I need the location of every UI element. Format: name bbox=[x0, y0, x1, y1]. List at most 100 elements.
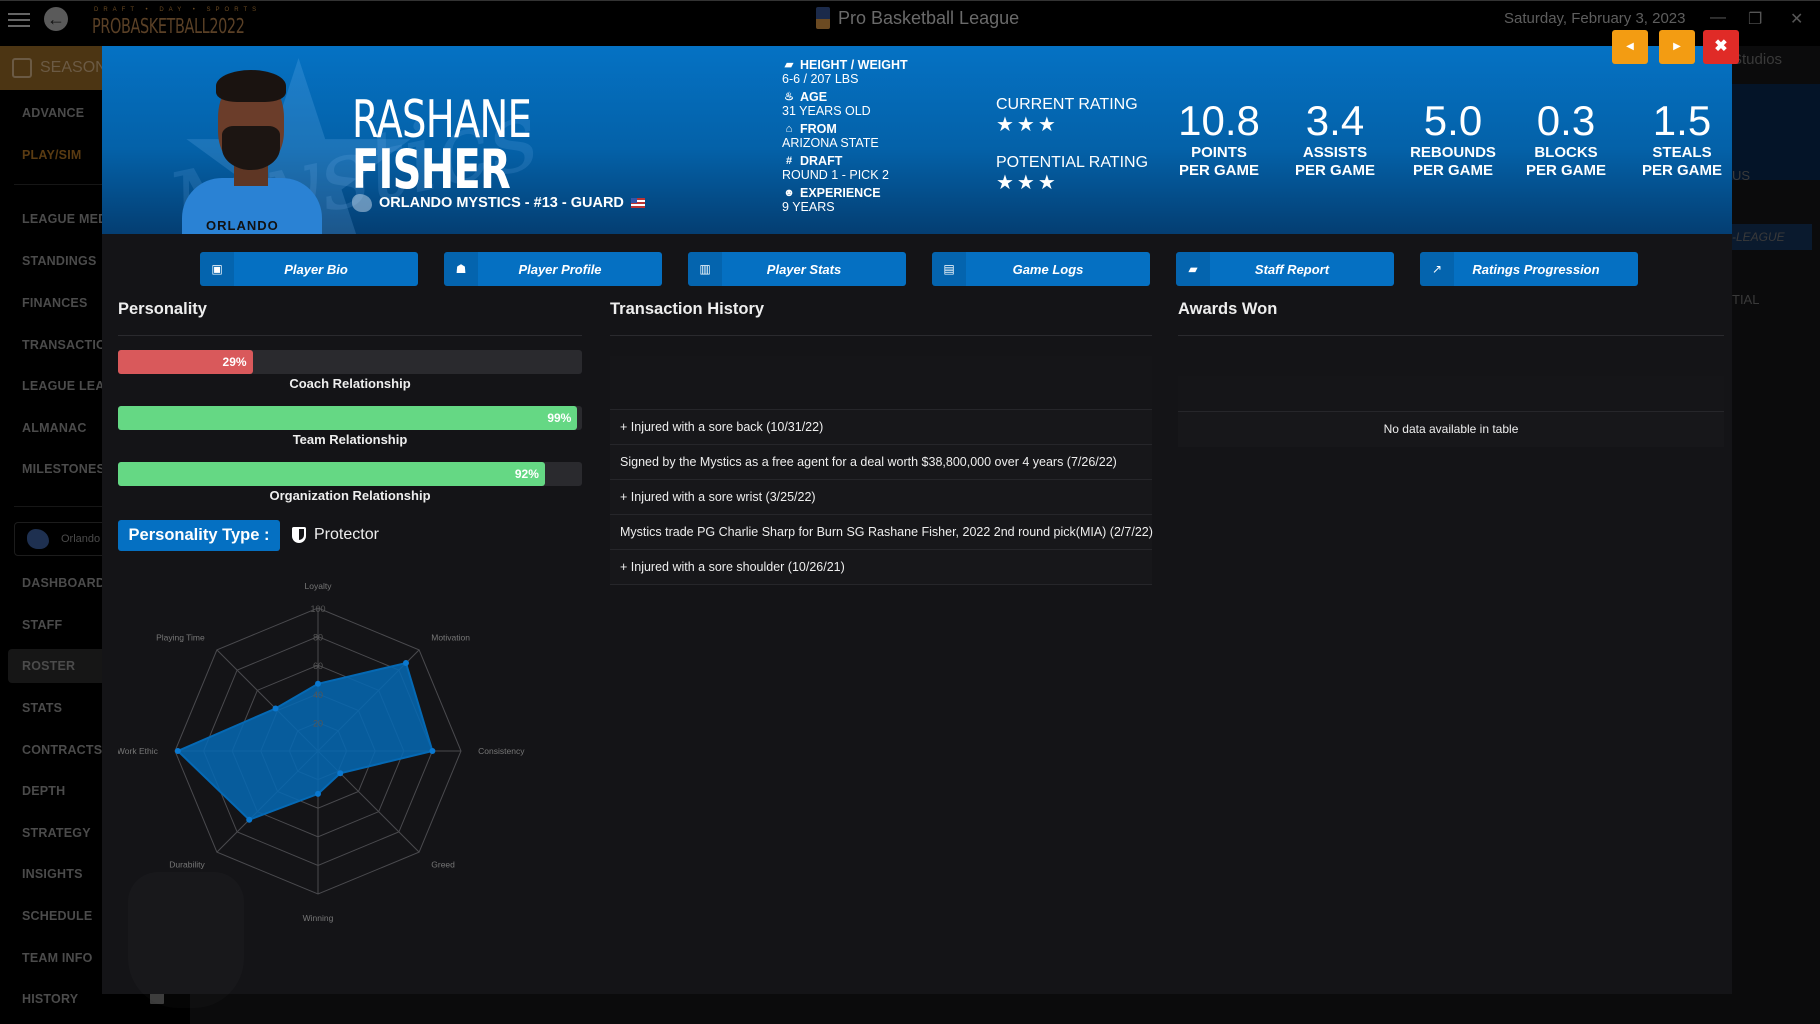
bio-label: DRAFT bbox=[800, 154, 843, 168]
radar-data-point bbox=[402, 660, 409, 667]
previous-player-button[interactable]: ◀ bbox=[1612, 30, 1648, 64]
tab-player-profile[interactable]: ☗ Player Profile bbox=[444, 252, 662, 286]
bar-fill: 92% bbox=[118, 462, 545, 486]
hamburger-menu-icon[interactable] bbox=[8, 9, 30, 29]
bio-value: ROUND 1 - PICK 2 bbox=[782, 168, 889, 182]
tab-staff-report[interactable]: ▰ Staff Report bbox=[1176, 252, 1394, 286]
close-modal-button[interactable]: ✖ bbox=[1703, 30, 1739, 64]
team-logo-icon bbox=[352, 194, 372, 212]
sidebar-item-stats[interactable]: STATS bbox=[22, 701, 62, 715]
bio-label: HEIGHT / WEIGHT bbox=[800, 58, 908, 72]
table-row: + Injured with a sore wrist (3/25/22) bbox=[610, 480, 1152, 515]
stat-label: BLOCKS bbox=[1534, 144, 1598, 161]
stat-label-sub: PER GAME bbox=[1525, 162, 1606, 179]
transaction-table: + Injured with a sore back (10/31/22) Si… bbox=[610, 356, 1153, 585]
radar-data-area bbox=[176, 661, 434, 821]
bio-value: 6-6 / 207 LBS bbox=[782, 72, 859, 86]
stat-value: 10.8 bbox=[1178, 97, 1260, 144]
radar-data-point bbox=[315, 680, 321, 687]
awards-title: Awards Won bbox=[1178, 300, 1278, 318]
sidebar-item-milestones[interactable]: MILESTONES bbox=[22, 462, 105, 476]
app-title: Pro Basketball League bbox=[816, 7, 1019, 29]
team-relationship-label: Team Relationship bbox=[292, 432, 408, 447]
sidebar-item-insights[interactable]: INSIGHTS bbox=[22, 867, 83, 881]
table-row: + Injured with a sore shoulder (10/26/21… bbox=[610, 550, 1152, 585]
table-header bbox=[1178, 376, 1724, 412]
school-icon: ⌂ bbox=[785, 122, 793, 135]
background-us-text: US bbox=[1732, 168, 1751, 183]
radar-data-point bbox=[337, 770, 344, 777]
stat-label-sub: PER GAME bbox=[1178, 162, 1259, 179]
radar-category-label: Durability bbox=[169, 859, 205, 869]
bar-chart-icon: ▥ bbox=[688, 252, 722, 286]
back-arrow-icon[interactable]: ← bbox=[44, 7, 68, 31]
ruler-icon: ▰ bbox=[784, 58, 794, 71]
sidebar-item-strategy[interactable]: STRATEGY bbox=[22, 826, 91, 840]
cake-icon: ♨ bbox=[784, 90, 794, 103]
bio-value: ARIZONA STATE bbox=[782, 136, 879, 150]
sidebar-item-standings[interactable]: STANDINGS bbox=[22, 254, 97, 268]
restore-icon[interactable]: ❐ bbox=[1748, 9, 1762, 29]
sidebar-item-almanac[interactable]: ALMANAC bbox=[22, 421, 87, 435]
team-relationship-bar: 99% bbox=[118, 406, 582, 430]
table-row: Mystics trade PG Charlie Sharp for Burn … bbox=[610, 515, 1153, 550]
team-position-text: ORLANDO MYSTICS - #13 - GUARD bbox=[379, 195, 624, 211]
stat-label-sub: PER GAME bbox=[1294, 162, 1375, 179]
section-divider bbox=[118, 335, 582, 336]
tab-label: Staff Report bbox=[1254, 261, 1330, 277]
radar-data-point bbox=[315, 790, 321, 797]
awards-table: No data available in table bbox=[1178, 358, 1724, 447]
player-modal: ★ Mystics ORLANDO RASHANE FISHER ORLANDO… bbox=[102, 46, 1732, 994]
next-player-button[interactable]: ▶ bbox=[1659, 30, 1695, 64]
tab-player-bio[interactable]: ▣ Player Bio bbox=[200, 252, 418, 286]
current-rating-stars: ★★★ bbox=[996, 114, 1059, 136]
radar-data-point bbox=[272, 705, 279, 712]
bio-draft: # DRAFT ROUND 1 - PICK 2 bbox=[782, 154, 908, 182]
current-date: Saturday, February 3, 2023 bbox=[1504, 10, 1686, 27]
tab-player-stats[interactable]: ▥ Player Stats bbox=[688, 252, 906, 286]
section-divider bbox=[1178, 335, 1724, 336]
title-bar: ← DRAFT • DAY • SPORTS PROBASKETBALL2022… bbox=[0, 0, 1820, 46]
player-last-name: FISHER bbox=[352, 138, 511, 201]
stat-steals: 1.5 STEALS PER GAME bbox=[1617, 98, 1732, 180]
player-banner: ★ Mystics ORLANDO RASHANE FISHER ORLANDO… bbox=[102, 46, 1732, 234]
empty-table-message: No data available in table bbox=[1178, 412, 1724, 447]
stat-label: REBOUNDS bbox=[1410, 144, 1496, 161]
radar-category-label: Loyalty bbox=[305, 581, 333, 591]
radar-category-label: Playing Time bbox=[156, 633, 205, 643]
tab-game-logs[interactable]: ▤ Game Logs bbox=[932, 252, 1150, 286]
minimize-icon[interactable]: — bbox=[1710, 9, 1726, 27]
sidebar-item-advance[interactable]: ADVANCE bbox=[22, 106, 84, 120]
sidebar-item-dashboard[interactable]: DASHBOARD bbox=[22, 576, 105, 590]
sidebar-item-depth[interactable]: DEPTH bbox=[22, 784, 65, 798]
tab-ratings-progression[interactable]: ↗ Ratings Progression bbox=[1420, 252, 1638, 286]
transaction-history-title: Transaction History bbox=[610, 300, 765, 318]
player-bio-info: ▰ HEIGHT / WEIGHT 6-6 / 207 LBS ♨ AGE 31 Y… bbox=[782, 58, 908, 218]
comment-icon: ▰ bbox=[1176, 252, 1210, 286]
sidebar-item-team-info[interactable]: TEAM INFO bbox=[22, 951, 93, 965]
sidebar-item-play-sim[interactable]: PLAY/SIM bbox=[22, 148, 82, 162]
sidebar-item-finances[interactable]: FINANCES bbox=[22, 296, 88, 310]
radar-tick-label: 100 bbox=[310, 604, 325, 614]
table-row: Signed by the Mystics as a free agent fo… bbox=[610, 445, 1152, 480]
background-column-header: TIAL bbox=[1732, 292, 1760, 307]
stat-label: POINTS bbox=[1191, 144, 1247, 161]
clipboard-icon: ▤ bbox=[932, 252, 966, 286]
window-close-icon[interactable]: ✕ bbox=[1790, 9, 1803, 29]
bio-label: EXPERIENCE bbox=[800, 186, 881, 200]
stat-points: 10.8 POINTS PER GAME bbox=[1154, 98, 1284, 180]
stat-label: ASSISTS bbox=[1302, 144, 1368, 161]
section-divider bbox=[610, 335, 1152, 336]
personality-radar-chart: 20 40 60 80 100 Loyalty Motivation Consistency G… bbox=[118, 581, 525, 923]
sidebar-item-schedule[interactable]: SCHEDULE bbox=[22, 909, 92, 923]
tab-label: Player Profile bbox=[518, 261, 602, 277]
tab-label: Player Stats bbox=[766, 261, 842, 277]
bar-fill: 99% bbox=[118, 406, 578, 430]
personality-type-button[interactable]: Personality Type : bbox=[118, 520, 280, 551]
coach-relationship-bar: 29% bbox=[118, 350, 582, 374]
sidebar-item-history[interactable]: HISTORY bbox=[22, 992, 78, 1006]
sidebar-item-contracts[interactable]: CONTRACTS bbox=[22, 743, 102, 757]
radar-tick-label: 40 bbox=[313, 690, 323, 700]
organization-relationship-bar: 92% bbox=[118, 462, 582, 486]
sidebar-item-staff[interactable]: STAFF bbox=[22, 618, 62, 632]
